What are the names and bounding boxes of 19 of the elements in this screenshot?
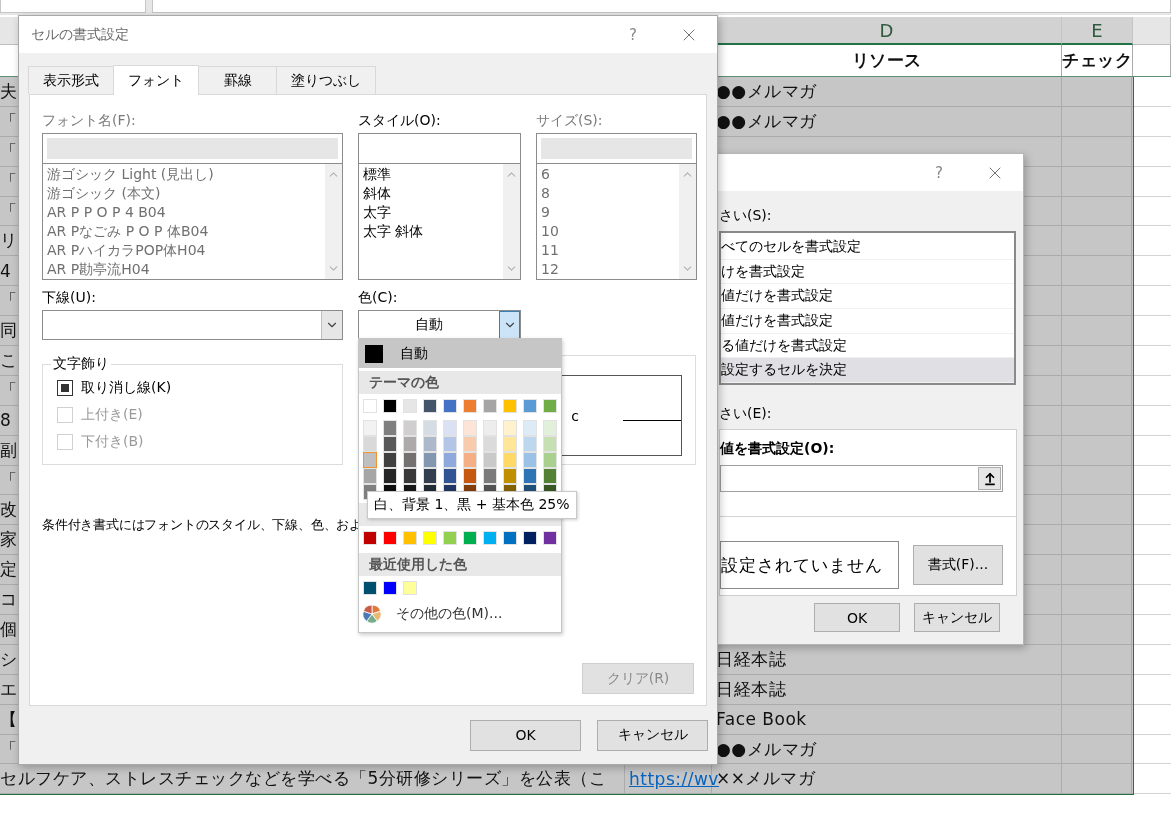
section-header: テーマの色 [359, 371, 561, 394]
group-title: 文字飾り [52, 355, 110, 373]
checkbox-label: 上付き(E) [81, 406, 143, 424]
field-label: スタイル(O): [358, 111, 442, 130]
checkbox-label: 下付き(B) [81, 433, 144, 451]
preview-text: c [571, 407, 579, 424]
field-label: さい(E): [719, 405, 772, 423]
field-label: サイズ(S): [536, 111, 604, 130]
format-preview: 設定されていません [720, 541, 899, 589]
tooltip: 白、背景 1、黒 + 基本色 25% [367, 491, 577, 519]
window-title: セルの書式設定 [31, 25, 129, 44]
checkbox-label: 取り消し線(K) [81, 379, 172, 397]
field-label: 下線(U): [42, 288, 97, 307]
field-label: 色(C): [358, 288, 399, 307]
table-header-cell: チェック [1062, 45, 1133, 76]
field-label: 値を書式設定(O): [720, 440, 835, 458]
field-label: フォント名(F): [42, 111, 137, 130]
field-label: さい(S): [719, 207, 772, 225]
section-header: 最近使用した色 [359, 553, 561, 576]
